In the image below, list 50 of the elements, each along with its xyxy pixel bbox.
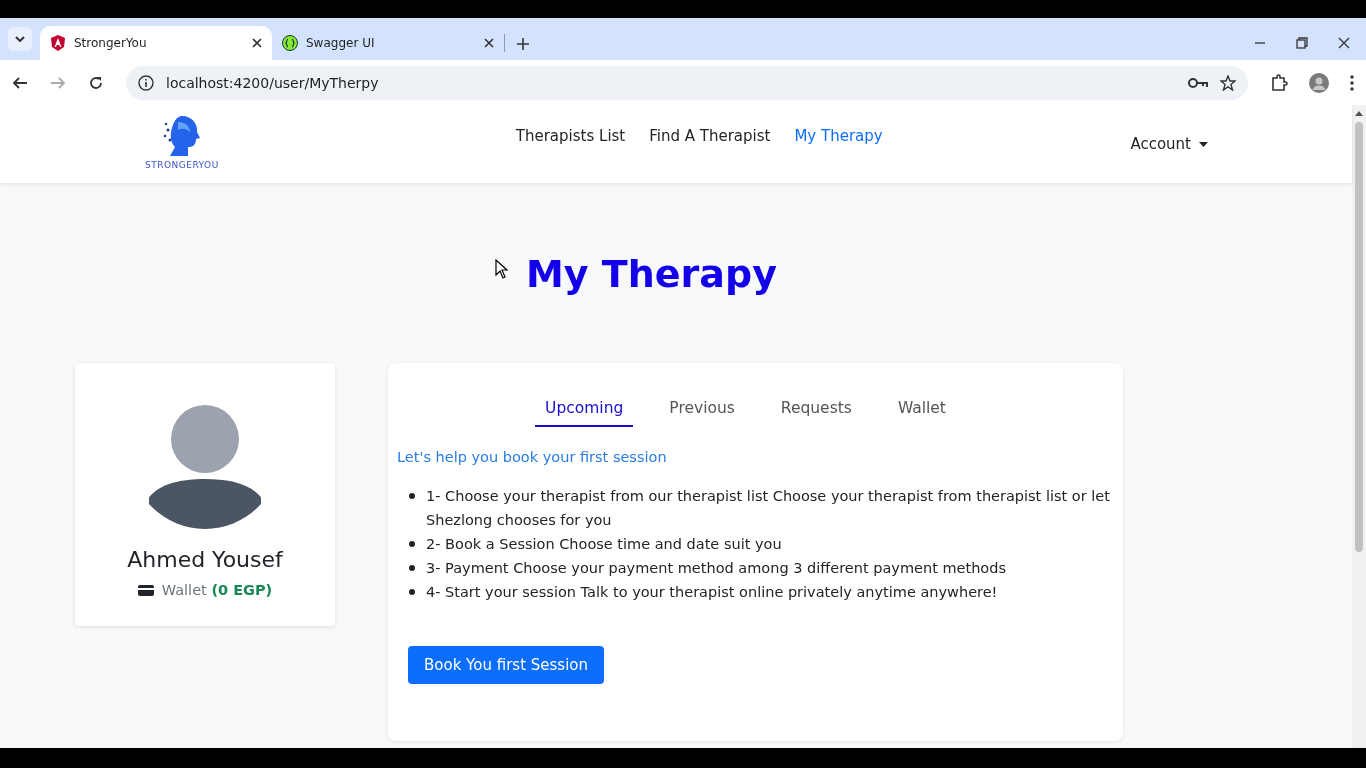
- new-tab-icon[interactable]: [517, 38, 529, 50]
- page-title: My Therapy: [526, 252, 777, 296]
- tab[interactable]: Previous: [659, 387, 745, 427]
- bullet-dot: [409, 589, 415, 595]
- caret-icon: [1199, 141, 1208, 147]
- browser-tab[interactable]: StrongerYou: [40, 26, 272, 60]
- scrollbar-thumb[interactable]: [1355, 122, 1363, 552]
- browser-tab[interactable]: Swagger UI: [272, 26, 504, 60]
- tab-title: Swagger UI: [306, 36, 376, 50]
- back-icon[interactable]: [12, 74, 28, 91]
- wallet-icon: [137, 584, 154, 596]
- nav-link[interactable]: My Therapy: [794, 127, 883, 145]
- tab-search-button[interactable]: [8, 27, 32, 51]
- close-icon[interactable]: [252, 38, 262, 48]
- wallet-balance: Wallet (0 EGP): [161, 582, 273, 598]
- close-icon[interactable]: [484, 38, 494, 48]
- reload-icon[interactable]: [88, 74, 104, 91]
- bullet-dot: [409, 565, 415, 571]
- url-text: localhost:4200/user/MyTherpy: [166, 74, 380, 91]
- close-icon[interactable]: [1338, 37, 1350, 49]
- user-name: Ahmed Yousef: [127, 547, 283, 572]
- caret-icon: [15, 36, 25, 42]
- restore-icon[interactable]: [1296, 37, 1308, 49]
- step-text: 4- Start your session Talk to your therapist online privately anytime anywhere!: [426, 583, 998, 602]
- scroll-up-icon[interactable]: [1355, 111, 1363, 116]
- step-text: 3- Payment Choose your payment method among 3 different payment methods: [426, 559, 1006, 578]
- nav-link[interactable]: Find A Therapist: [649, 127, 771, 145]
- nav-link[interactable]: Therapists List: [515, 127, 626, 145]
- star-icon[interactable]: [1220, 74, 1236, 91]
- info-icon[interactable]: [138, 74, 154, 91]
- tab[interactable]: Wallet: [887, 387, 956, 427]
- key-icon[interactable]: [1188, 76, 1208, 89]
- cursor-icon: [495, 259, 509, 279]
- account-dropdown[interactable]: Account: [1130, 105, 1208, 153]
- bullet-dot: [409, 541, 415, 547]
- intro-text: Let's help you book your first session: [397, 449, 668, 465]
- tab[interactable]: Upcoming: [535, 387, 634, 427]
- puzzle-icon[interactable]: [1270, 73, 1288, 92]
- profile-avatar-icon[interactable]: [1308, 71, 1330, 94]
- book-session-button[interactable]: Book You first Session: [408, 646, 605, 684]
- tab-title: StrongerYou: [74, 36, 148, 50]
- tab[interactable]: Requests: [770, 387, 862, 427]
- step-text: 2- Book a Session Choose time and date suit you: [426, 535, 782, 554]
- step-text: 1- Choose your therapist from our therapist list Choose your therapist from therapist list or let Shezlong chooses for you: [426, 487, 1111, 530]
- shield-logo-icon: [50, 35, 66, 51]
- menu-icon[interactable]: [1350, 74, 1354, 91]
- brand-name: STRONGERYOU: [145, 160, 219, 170]
- bullet-dot: [409, 493, 415, 499]
- address-bar[interactable]: localhost:4200/user/MyTherpy: [126, 65, 1248, 100]
- braces-logo-icon: [282, 35, 298, 51]
